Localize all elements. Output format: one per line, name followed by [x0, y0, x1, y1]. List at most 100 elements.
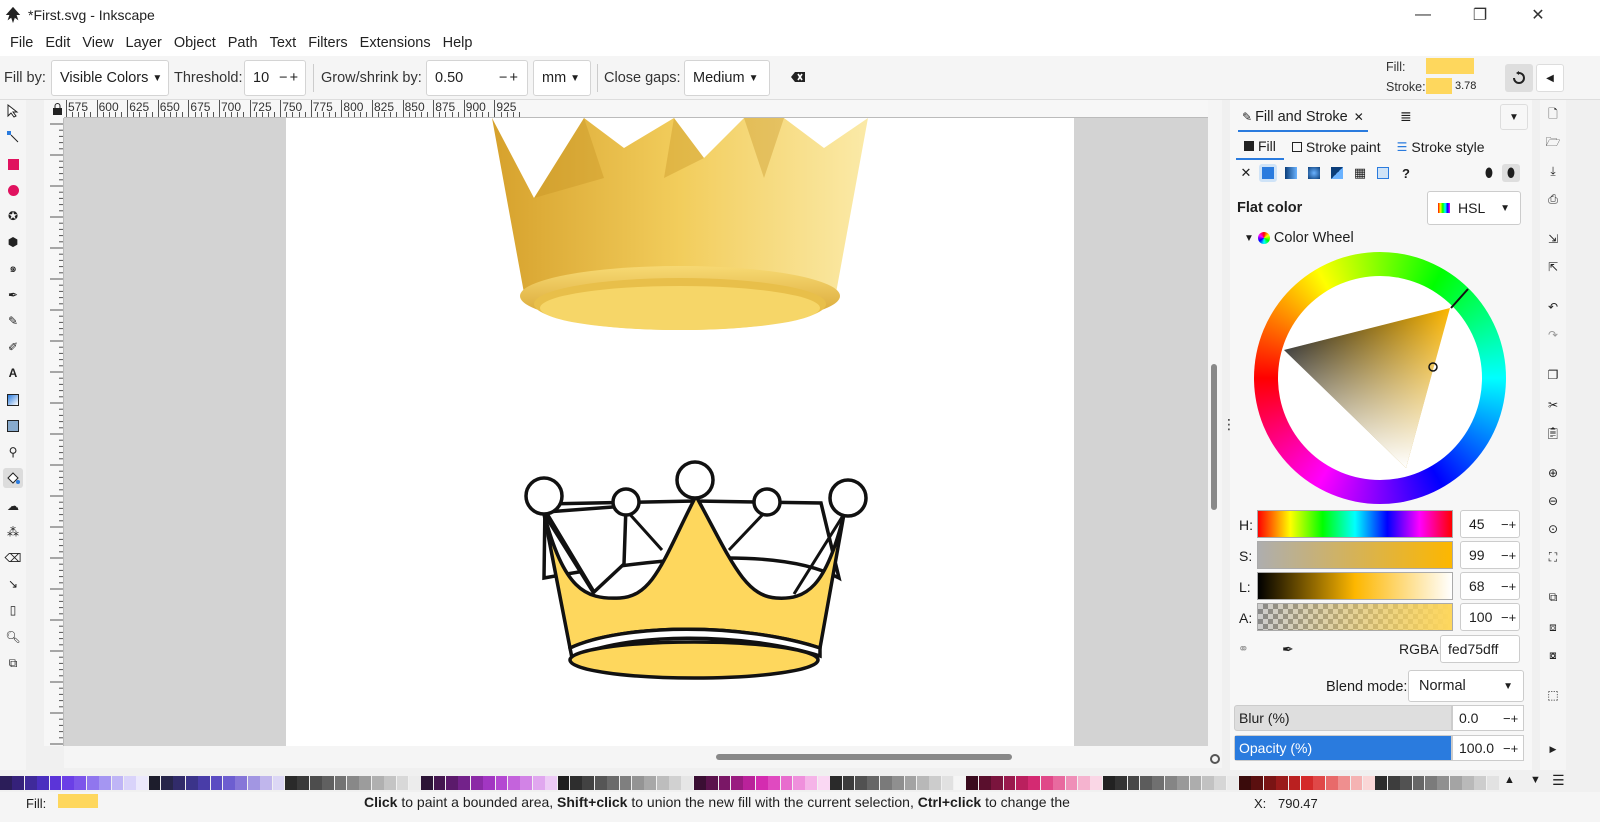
palette-swatch[interactable] [879, 776, 892, 790]
palette-swatch[interactable] [396, 776, 409, 790]
fill-rule-nonzero-icon[interactable]: ⬮ [1502, 164, 1520, 182]
minus-icon[interactable]: − [279, 70, 287, 86]
flat-color-icon[interactable] [1259, 164, 1277, 182]
minus-icon[interactable]: − [499, 70, 507, 86]
palette-swatch[interactable] [1313, 776, 1326, 790]
palette-swatch[interactable] [421, 776, 434, 790]
palette-swatch[interactable] [334, 776, 347, 790]
menu-path[interactable]: Path [222, 35, 264, 51]
fill-rule-evenodd-icon[interactable]: ⬮ [1480, 164, 1498, 182]
ellipse-tool-icon[interactable] [3, 180, 23, 200]
align-tab-icon[interactable]: ≣ [1400, 108, 1412, 125]
menu-text[interactable]: Text [264, 35, 303, 51]
palette-swatch[interactable] [656, 776, 669, 790]
minimize-button[interactable]: — [1400, 0, 1446, 30]
menu-filters[interactable]: Filters [302, 35, 353, 51]
palette-swatch[interactable] [1400, 776, 1412, 790]
cut-icon[interactable]: ✂ [1544, 396, 1562, 414]
radial-gradient-icon[interactable] [1305, 164, 1323, 182]
color-wheel-expander[interactable]: ▼ Color Wheel [1244, 230, 1354, 246]
pencil-tool-icon[interactable]: ✎ [3, 311, 23, 331]
blend-mode-dropdown[interactable]: Normal ▼ [1408, 670, 1524, 702]
measure-tool-icon[interactable]: ⧉ [3, 653, 23, 673]
hue-slider[interactable] [1257, 510, 1453, 538]
palette-swatch[interactable] [458, 776, 471, 790]
undo-icon[interactable]: ↶ [1544, 298, 1562, 316]
palette-swatch[interactable] [1251, 776, 1264, 790]
horizontal-scroll-thumb[interactable] [716, 754, 1012, 760]
palette-swatch[interactable] [1164, 776, 1177, 790]
palette-swatch[interactable] [198, 776, 211, 790]
pen-tool-icon[interactable]: ✒ [3, 285, 23, 305]
palette-swatch[interactable] [86, 776, 99, 790]
palette-swatch[interactable] [297, 776, 310, 790]
palette-swatch[interactable] [520, 776, 533, 790]
palette-swatch[interactable] [1301, 776, 1313, 790]
palette-swatch[interactable] [1077, 776, 1090, 790]
palette-swatch[interactable] [371, 776, 384, 790]
palette-swatch[interactable] [1462, 776, 1474, 790]
palette-swatch[interactable] [210, 776, 223, 790]
blur-spinbox[interactable]: 0.0 −+ [1452, 705, 1524, 731]
unset-paint-icon[interactable]: ? [1397, 164, 1415, 182]
export-icon[interactable]: ⇱ [1544, 258, 1562, 276]
tab-stroke-paint[interactable]: Stroke paint [1284, 134, 1389, 160]
palette-swatch[interactable] [966, 776, 979, 790]
palette-swatch[interactable] [470, 776, 483, 790]
3d-box-tool-icon[interactable]: ⬢ [3, 232, 23, 252]
horizontal-scrollbar[interactable] [64, 746, 1208, 768]
palette-swatch[interactable] [346, 776, 359, 790]
blur-slider[interactable]: Blur (%) [1234, 705, 1452, 731]
style-stroke-swatch[interactable] [1426, 78, 1452, 94]
copy-icon[interactable]: ❐ [1544, 366, 1562, 384]
style-fill-swatch[interactable] [1426, 58, 1474, 74]
palette-swatch[interactable] [731, 776, 743, 790]
duplicate-icon[interactable]: ⧉ [1544, 588, 1562, 606]
alpha-spinbox[interactable]: 100 −+ [1460, 603, 1520, 631]
reset-clear-icon[interactable] [790, 68, 808, 86]
stroke-width-value[interactable]: 3.78 [1455, 80, 1476, 92]
palette-swatch[interactable] [607, 776, 619, 790]
palette-swatch[interactable] [384, 776, 396, 790]
zoom-selection-icon[interactable]: ⊕ [1544, 464, 1562, 482]
palette-swatch[interactable] [223, 776, 235, 790]
palette-swatch[interactable] [1424, 776, 1437, 790]
palette-swatch[interactable] [768, 776, 781, 790]
connector-tool-icon[interactable]: ↘ [3, 574, 23, 594]
palette-swatch[interactable] [272, 776, 285, 790]
vertical-ruler[interactable] [44, 118, 64, 746]
saturation-slider[interactable] [1257, 541, 1453, 569]
text-tool-icon[interactable]: A [3, 363, 23, 383]
menu-extensions[interactable]: Extensions [354, 35, 437, 51]
palette-swatch[interactable] [1139, 776, 1152, 790]
opacity-slider-row[interactable]: Opacity (%) 100.0 −+ [1234, 735, 1524, 761]
palette-swatch[interactable] [743, 776, 756, 790]
lock-icon[interactable] [51, 102, 65, 116]
pattern-icon[interactable]: ▦ [1351, 164, 1369, 182]
palette-swatch[interactable] [1338, 776, 1350, 790]
palette-scroll-down-icon[interactable]: ▼ [1530, 774, 1541, 786]
palette-swatch[interactable] [322, 776, 334, 790]
panel-resize-handle[interactable]: ⋮ [1222, 417, 1236, 444]
palette-swatch[interactable] [1065, 776, 1078, 790]
pages-tool-icon[interactable]: ▯ [3, 600, 23, 620]
palette-swatch[interactable] [1437, 776, 1450, 790]
palette-swatch[interactable] [359, 776, 372, 790]
menu-view[interactable]: View [76, 35, 119, 51]
palette-swatch[interactable] [916, 776, 929, 790]
palette-swatch[interactable] [1003, 776, 1016, 790]
palette-swatch[interactable] [49, 776, 62, 790]
opacity-slider[interactable]: Opacity (%) [1234, 735, 1452, 761]
palette-swatch[interactable] [681, 776, 694, 790]
eraser-tool-icon[interactable]: ⌫ [3, 548, 23, 568]
save-icon[interactable]: ⤓ [1544, 162, 1562, 180]
palette-swatch[interactable] [247, 776, 260, 790]
palette-swatch[interactable] [669, 776, 681, 790]
palette-swatch[interactable] [854, 776, 867, 790]
palette-swatch[interactable] [1127, 776, 1140, 790]
palette-swatch[interactable] [954, 776, 966, 790]
alpha-slider[interactable] [1257, 603, 1453, 631]
palette-swatch[interactable] [309, 776, 322, 790]
palette-swatch[interactable] [793, 776, 805, 790]
palette-swatch[interactable] [755, 776, 768, 790]
